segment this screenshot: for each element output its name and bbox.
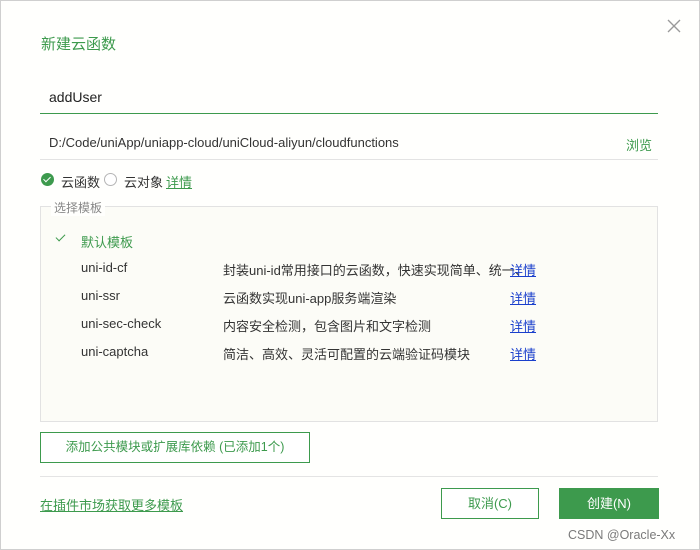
template-row[interactable]: uni-sec-check 内容安全检测，包含图片和文字检测 详情 — [41, 314, 657, 334]
template-row[interactable]: uni-id-cf 封装uni-id常用接口的云函数，快速实现简单、统一、 详情 — [41, 258, 657, 278]
cancel-button[interactable]: 取消(C) — [441, 488, 539, 519]
plugin-market-link[interactable]: 在插件市场获取更多模板 — [40, 495, 183, 514]
template-description: 简洁、高效、灵活可配置的云端验证码模块 — [223, 347, 471, 362]
cloud-object-label[interactable]: 云对象 — [124, 172, 163, 191]
template-details-link[interactable]: 详情 — [510, 260, 536, 279]
checkmark-icon — [55, 231, 66, 242]
create-button[interactable]: 创建(N) — [559, 488, 659, 519]
add-module-button[interactable]: 添加公共模块或扩展库依赖 (已添加1个) — [40, 432, 310, 463]
template-fieldset: 选择模板 默认模板 uni-id-cf 封装uni-id常用接口的云函数，快速实… — [40, 199, 658, 422]
path-row: D:/Code/uniApp/uniapp-cloud/uniCloud-ali… — [40, 124, 658, 160]
template-description: 封装uni-id常用接口的云函数，快速实现简单、统一、 — [223, 263, 528, 278]
template-name: uni-captcha — [81, 344, 149, 359]
template-name: uni-ssr — [81, 288, 121, 303]
template-details-link[interactable]: 详情 — [510, 288, 536, 307]
close-icon[interactable] — [665, 17, 683, 35]
cloud-object-radio-icon[interactable] — [104, 173, 117, 186]
template-legend: 选择模板 — [51, 199, 106, 216]
template-row[interactable]: uni-captcha 简洁、高效、灵活可配置的云端验证码模块 详情 — [41, 342, 657, 362]
template-description: 云函数实现uni-app服务端渲染 — [223, 291, 397, 306]
template-details-link[interactable]: 详情 — [510, 316, 536, 335]
type-details-link[interactable]: 详情 — [166, 172, 192, 191]
footer-divider — [40, 476, 658, 477]
template-name: uni-id-cf — [81, 260, 128, 275]
dialog-title: 新建云函数 — [41, 36, 117, 53]
template-details-link[interactable]: 详情 — [510, 344, 536, 363]
watermark: CSDN @Oracle-Xx — [568, 528, 676, 542]
cloud-function-radio-icon[interactable] — [41, 173, 54, 186]
cloud-function-label[interactable]: 云函数 — [61, 172, 100, 191]
browse-link[interactable]: 浏览 — [626, 135, 652, 154]
path-text: D:/Code/uniApp/uniapp-cloud/uniCloud-ali… — [49, 135, 399, 150]
template-row[interactable]: uni-ssr 云函数实现uni-app服务端渲染 详情 — [41, 286, 657, 306]
default-template-label: 默认模板 — [81, 235, 134, 250]
template-description: 内容安全检测，包含图片和文字检测 — [223, 319, 432, 334]
template-name: uni-sec-check — [81, 316, 162, 331]
function-name-input[interactable] — [40, 80, 658, 114]
